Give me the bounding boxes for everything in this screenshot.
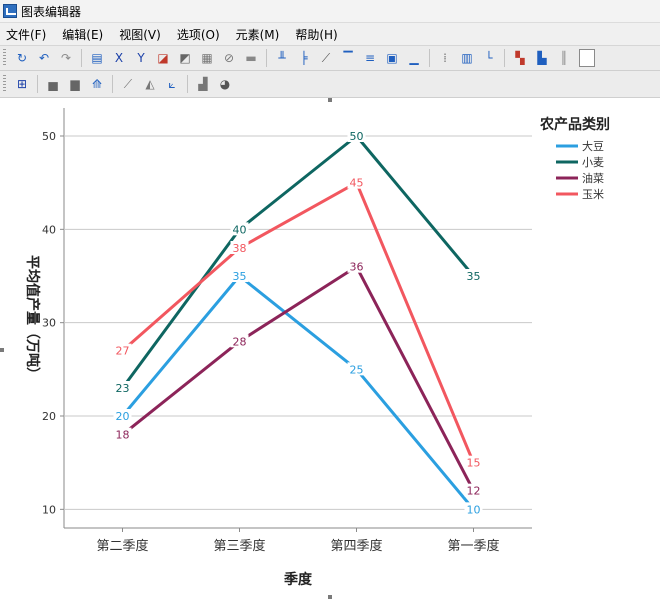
legend-icon[interactable]: ▚ bbox=[511, 49, 529, 67]
data-label: 38 bbox=[233, 242, 247, 255]
data-label: 10 bbox=[467, 503, 481, 516]
legend-entry: 油菜 bbox=[582, 171, 604, 185]
fit-line-icon[interactable]: ⟋ bbox=[317, 49, 335, 67]
y-tick-label: 20 bbox=[42, 410, 56, 423]
series-line-油菜 bbox=[121, 265, 475, 492]
data-label: 45 bbox=[350, 177, 364, 190]
window-title: 图表编辑器 bbox=[21, 4, 82, 19]
chart-editor-icon bbox=[3, 4, 17, 18]
data-label: 12 bbox=[467, 485, 481, 498]
menu-bar: 文件(F) 编辑(E) 视图(V) 选项(O) 元素(M) 帮助(H) bbox=[0, 23, 660, 46]
x-tick-label: 第四季度 bbox=[330, 538, 382, 554]
y-axis-title: 平均值产量（万吨） bbox=[24, 255, 41, 381]
menu-options[interactable]: 选项(O) bbox=[171, 26, 230, 43]
lasso-icon[interactable]: ⊘ bbox=[220, 49, 238, 67]
toolbar-separator bbox=[112, 75, 113, 93]
redo-icon[interactable]: ↷ bbox=[57, 49, 75, 67]
data-label: 36 bbox=[350, 261, 364, 274]
y-tick-label: 30 bbox=[42, 317, 56, 330]
path-icon[interactable]: ⟀ bbox=[163, 75, 181, 93]
y-tick-label: 10 bbox=[42, 503, 56, 516]
footnote-icon[interactable]: ▁ bbox=[405, 49, 423, 67]
menu-file[interactable]: 文件(F) bbox=[0, 26, 56, 43]
transform-icon[interactable]: ◩ bbox=[176, 49, 194, 67]
toolbar-separator bbox=[266, 49, 267, 67]
histogram-icon[interactable]: ▟ bbox=[194, 75, 212, 93]
line-chart[interactable]: 10 20 30 40 50 第二季度 第三季度 第四季度 第一季度季度 平均值产量（万吨） 20 3… bbox=[0, 98, 660, 600]
legend-entry: 小麦 bbox=[582, 156, 604, 169]
toolbar-separator bbox=[504, 49, 505, 67]
series-line-小麦 bbox=[121, 134, 475, 389]
area-chart-icon[interactable]: ◭ bbox=[141, 75, 159, 93]
data-label: 28 bbox=[233, 335, 247, 348]
sort-icon[interactable]: ▙ bbox=[533, 49, 551, 67]
x-tick-label: 第三季度 bbox=[213, 538, 265, 554]
y-axis-icon[interactable]: Y bbox=[132, 49, 150, 67]
clustered-bar-icon[interactable]: ▆ bbox=[66, 75, 84, 93]
data-label: 23 bbox=[116, 382, 130, 395]
table-icon[interactable]: ▥ bbox=[458, 49, 476, 67]
frame-icon[interactable]: ▬ bbox=[242, 49, 260, 67]
scale-icon[interactable]: ◪ bbox=[154, 49, 172, 67]
pie-chart-icon[interactable]: ◕ bbox=[216, 75, 234, 93]
y-tick-label: 50 bbox=[42, 130, 56, 143]
toolbar-grip[interactable] bbox=[3, 49, 6, 67]
axis-icon[interactable]: └ bbox=[480, 49, 498, 67]
refline-x-icon[interactable]: ╨ bbox=[273, 49, 291, 67]
data-label: 18 bbox=[116, 429, 130, 442]
data-label: 25 bbox=[350, 363, 364, 376]
resize-handle-top[interactable] bbox=[328, 98, 332, 102]
annotation-icon[interactable]: ≡ bbox=[361, 49, 379, 67]
refline-y-icon[interactable]: ╞ bbox=[295, 49, 313, 67]
undo-icon[interactable]: ↶ bbox=[35, 49, 53, 67]
data-label: 15 bbox=[467, 457, 481, 470]
data-label: 20 bbox=[116, 410, 130, 423]
x-axis-icon[interactable]: X bbox=[110, 49, 128, 67]
data-label: 50 bbox=[350, 130, 364, 143]
legend-entry: 大豆 bbox=[582, 139, 604, 153]
textbox-icon[interactable]: ▣ bbox=[383, 49, 401, 67]
menu-elements[interactable]: 元素(M) bbox=[230, 26, 290, 43]
rotate-icon[interactable]: ↻ bbox=[13, 49, 31, 67]
data-icon[interactable]: ▦ bbox=[198, 49, 216, 67]
y-tick-label: 40 bbox=[42, 223, 56, 236]
chart-canvas[interactable]: 10 20 30 40 50 第二季度 第三季度 第四季度 第一季度季度 平均值产量（万吨） 20 3… bbox=[0, 98, 660, 600]
legend-entry: 玉米 bbox=[582, 188, 604, 201]
bar-chart-icon[interactable]: ▅ bbox=[44, 75, 62, 93]
x-tick-label: 第二季度 bbox=[96, 538, 148, 554]
chart-toolbar: ⊞ ▅ ▆ ⟰ ⟋ ◭ ⟀ ▟ ◕ bbox=[0, 71, 660, 98]
data-label: 27 bbox=[116, 345, 130, 358]
resize-handle-bottom[interactable] bbox=[328, 595, 332, 599]
toolbar-separator bbox=[429, 49, 430, 67]
title-bar: 图表编辑器 bbox=[0, 0, 660, 23]
data-label: 35 bbox=[467, 270, 481, 283]
data-label: 35 bbox=[233, 270, 247, 283]
resize-handle-left[interactable] bbox=[0, 348, 4, 352]
properties-icon[interactable]: ▤ bbox=[88, 49, 106, 67]
gridlines-icon[interactable]: ⁞ bbox=[436, 49, 454, 67]
toolbar-grip[interactable] bbox=[3, 75, 6, 93]
x-axis-title: 季度 bbox=[283, 571, 313, 588]
title-icon[interactable]: ▔ bbox=[339, 49, 357, 67]
toolbar-separator bbox=[81, 49, 82, 67]
main-toolbar: ↻ ↶ ↷ ▤ X Y ◪ ◩ ▦ ⊘ ▬ ╨ ╞ ⟋ ▔ ≡ ▣ ▁ ⁞ ▥ └ ▚ ▙ ║ bbox=[0, 46, 660, 71]
select-all-icon[interactable]: ⊞ bbox=[13, 75, 31, 93]
toolbar-separator bbox=[37, 75, 38, 93]
menu-help[interactable]: 帮助(H) bbox=[289, 26, 347, 43]
line-chart-icon[interactable]: ⟰ bbox=[88, 75, 106, 93]
menu-view[interactable]: 视图(V) bbox=[113, 26, 171, 43]
x-tick-label: 第一季度 bbox=[447, 538, 499, 554]
toolbar-field[interactable] bbox=[579, 49, 595, 67]
dropline-icon[interactable]: ⟋ bbox=[119, 75, 137, 93]
menu-edit[interactable]: 编辑(E) bbox=[56, 26, 113, 43]
data-label: 40 bbox=[233, 223, 247, 236]
columns-icon[interactable]: ║ bbox=[555, 49, 573, 67]
legend-title: 农产品类别 bbox=[539, 116, 610, 133]
toolbar-separator bbox=[187, 75, 188, 93]
